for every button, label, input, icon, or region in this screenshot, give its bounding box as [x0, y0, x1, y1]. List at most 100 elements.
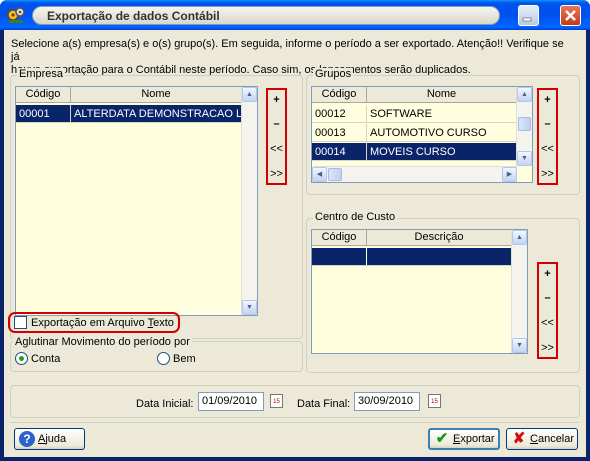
radio-conta[interactable]: [15, 352, 28, 365]
empresa-label: Empresa: [17, 68, 66, 80]
help-button-label: Ajuda: [38, 433, 66, 445]
help-rest: juda: [45, 433, 67, 445]
cell-codigo: 00012: [312, 105, 367, 122]
remove-empresa-button[interactable]: –: [268, 118, 285, 130]
export-text-label[interactable]: Exportação em Arquivo Texto: [31, 317, 174, 329]
cancel-rest: ancelar: [537, 433, 575, 445]
empresa-side-buttons: + – << >>: [266, 88, 287, 185]
prev-grupo-button[interactable]: <<: [539, 143, 556, 155]
centro-custo-grid[interactable]: Código Descrição ▲ ▼: [311, 229, 528, 354]
column-header-descricao[interactable]: Descrição: [367, 230, 512, 245]
empresa-vertical-scrollbar[interactable]: ▲ ▼: [241, 87, 257, 315]
add-empresa-button[interactable]: +: [268, 94, 285, 106]
prev-empresa-button[interactable]: <<: [268, 143, 285, 155]
app-gears-icon: [6, 5, 26, 25]
cell-nome: SOFTWARE: [367, 105, 517, 122]
export-text-label-pre: Exportação em Arquivo: [31, 317, 148, 329]
remove-centro-custo-button[interactable]: –: [539, 292, 556, 304]
scroll-down-icon[interactable]: ▼: [517, 151, 532, 166]
radio-conta-label[interactable]: Conta: [31, 353, 60, 365]
column-header-codigo[interactable]: Código: [312, 230, 367, 245]
data-inicial-label: Data Inicial:: [136, 398, 194, 410]
export-text-label-post: exto: [153, 317, 174, 329]
instructions-line-1: Selecione a(s) empresa(s) e o(s) grupo(s…: [11, 38, 564, 63]
grupos-grid[interactable]: Código Nome 00012 SOFTWARE 00013 AUTOMOT…: [311, 86, 533, 183]
help-icon: ?: [19, 431, 35, 447]
next-empresa-button[interactable]: >>: [268, 168, 285, 180]
scroll-left-icon[interactable]: ◀: [312, 167, 327, 182]
cell-nome: MOVEIS CURSO: [367, 143, 517, 160]
grupos-grid-header: Código Nome: [312, 87, 517, 103]
export-dialog: Exportação de dados Contábil Selecione a…: [0, 0, 590, 461]
prev-centro-custo-button[interactable]: <<: [539, 317, 556, 329]
scroll-up-icon[interactable]: ▲: [517, 87, 532, 102]
cell-codigo: 00013: [312, 124, 367, 141]
radio-bem[interactable]: [157, 352, 170, 365]
calendar-icon[interactable]: 15: [270, 394, 283, 408]
close-icon: [565, 10, 576, 21]
grupos-horizontal-scrollbar[interactable]: ◀ ▶: [312, 166, 517, 182]
remove-grupo-button[interactable]: –: [539, 118, 556, 130]
table-row[interactable]: 00012 SOFTWARE: [312, 105, 517, 123]
column-header-nome[interactable]: Nome: [367, 87, 517, 102]
empresa-grid[interactable]: Código Nome 00001 ALTERDATA DEMONSTRACAO…: [15, 86, 258, 316]
aglutinar-label: Aglutinar Movimento do período por: [13, 336, 192, 348]
scroll-thumb[interactable]: [518, 117, 531, 131]
title-pill: Exportação de dados Contábil: [32, 6, 500, 25]
export-button-label: Exportar: [453, 433, 495, 445]
instructions-text: Selecione a(s) empresa(s) e o(s) grupo(s…: [11, 38, 571, 77]
column-header-codigo[interactable]: Código: [312, 87, 367, 102]
title-bar[interactable]: Exportação de dados Contábil: [0, 0, 590, 30]
next-grupo-button[interactable]: >>: [539, 168, 556, 180]
scroll-down-icon[interactable]: ▼: [512, 338, 527, 353]
cell-codigo: [312, 248, 367, 265]
export-button[interactable]: ✔ Exportar: [428, 428, 500, 450]
grupos-vertical-scrollbar[interactable]: ▲ ▼: [516, 87, 532, 166]
footer-separator: [10, 422, 580, 423]
centro-custo-side-buttons: + – << >>: [537, 262, 558, 359]
scroll-up-icon[interactable]: ▲: [242, 87, 257, 102]
cancel-button[interactable]: ✘ Cancelar: [506, 428, 578, 450]
radio-bem-label[interactable]: Bem: [173, 353, 196, 365]
cell-nome: AUTOMOTIVO CURSO: [367, 124, 517, 141]
checkmark-icon: ✔: [435, 430, 449, 447]
centro-custo-label: Centro de Custo: [313, 211, 398, 223]
cross-icon: ✘: [512, 430, 526, 447]
add-centro-custo-button[interactable]: +: [539, 268, 556, 280]
window-title: Exportação de dados Contábil: [47, 9, 220, 23]
table-row[interactable]: 00013 AUTOMOTIVO CURSO: [312, 124, 517, 142]
table-row[interactable]: 00001 ALTERDATA DEMONSTRACAO L: [16, 105, 242, 123]
help-button[interactable]: ? Ajuda: [14, 428, 85, 450]
data-inicial-input[interactable]: 01/09/2010: [198, 392, 264, 411]
export-rest: xportar: [460, 433, 495, 445]
table-row[interactable]: [312, 248, 512, 266]
cell-nome: ALTERDATA DEMONSTRACAO L: [71, 105, 242, 122]
cancel-accel: C: [530, 433, 538, 445]
minimize-button[interactable]: [518, 5, 539, 26]
export-text-checkbox[interactable]: [14, 316, 27, 329]
column-header-nome[interactable]: Nome: [71, 87, 242, 102]
cancel-button-label: Cancelar: [530, 433, 574, 445]
grupos-side-buttons: + – << >>: [537, 88, 558, 185]
scroll-right-icon[interactable]: ▶: [502, 167, 517, 182]
centro-custo-grid-header: Código Descrição: [312, 230, 512, 246]
scroll-thumb[interactable]: [328, 168, 342, 181]
cell-codigo: 00014: [312, 143, 367, 160]
close-button[interactable]: [560, 5, 581, 26]
scroll-down-icon[interactable]: ▼: [242, 300, 257, 315]
calendar-icon[interactable]: 15: [428, 394, 441, 408]
centro-custo-vertical-scrollbar[interactable]: ▲ ▼: [511, 230, 527, 353]
cell-descricao: [367, 248, 512, 265]
data-final-label: Data Final:: [297, 398, 351, 410]
scroll-up-icon[interactable]: ▲: [512, 230, 527, 245]
minimize-icon: [522, 17, 532, 22]
empresa-grid-header: Código Nome: [16, 87, 242, 103]
radio-selected-dot: [19, 356, 24, 361]
data-final-input[interactable]: 30/09/2010: [354, 392, 420, 411]
table-row[interactable]: 00014 MOVEIS CURSO: [312, 143, 517, 161]
add-grupo-button[interactable]: +: [539, 94, 556, 106]
periodo-group: [10, 385, 580, 418]
cell-codigo: 00001: [16, 105, 71, 122]
next-centro-custo-button[interactable]: >>: [539, 342, 556, 354]
column-header-codigo[interactable]: Código: [16, 87, 71, 102]
